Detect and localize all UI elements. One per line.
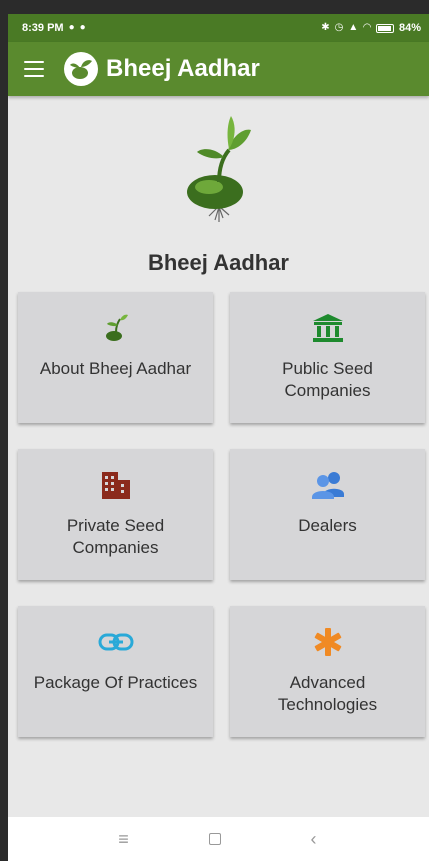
alarm-icon: ◷ — [334, 22, 344, 33]
card-label: Public Seed Companies — [282, 359, 373, 400]
menu-grid: About Bheej Aadhar Public Seed Companies — [18, 292, 426, 737]
card-label: Dealers — [298, 516, 357, 535]
private-seed-companies-card[interactable]: Private Seed Companies — [18, 449, 213, 580]
advanced-technologies-card[interactable]: Advanced Technologies — [230, 606, 425, 737]
home-nav-icon[interactable] — [208, 833, 229, 845]
signal-icon: ▲ — [348, 22, 359, 33]
app-title: Bheej Aadhar — [106, 55, 260, 82]
hamburger-menu-icon[interactable] — [24, 61, 44, 77]
menu-nav-icon[interactable]: ≡ — [114, 829, 134, 850]
asterisk-icon — [312, 626, 344, 658]
status-bar: 8:39 PM ● ● ✱ ◷ ▲ ◠ 84% — [8, 14, 429, 42]
card-label: About Bheej Aadhar — [39, 359, 192, 378]
back-nav-icon[interactable]: ‹ — [304, 829, 324, 850]
public-seed-companies-card[interactable]: Public Seed Companies — [230, 292, 425, 423]
app-bar: Bheej Aadhar — [8, 42, 429, 96]
people-icon — [310, 469, 346, 501]
notification-icon: ● — [68, 22, 75, 33]
sprout-icon — [103, 312, 129, 344]
card-label: Private Seed Companies — [66, 516, 165, 557]
battery-icon — [375, 23, 394, 33]
bank-icon — [311, 312, 345, 344]
main-content: Bheej Aadhar About Bheej Aadhar Public S… — [8, 96, 429, 817]
notification-icon: ● — [79, 22, 86, 33]
system-navigation-bar: ≡ ‹ — [8, 817, 429, 861]
building-icon — [100, 469, 132, 501]
page-title: Bheej Aadhar — [147, 250, 289, 275]
status-time: 8:39 PM — [22, 22, 64, 34]
app-logo-icon — [64, 52, 98, 86]
wifi-icon: ◠ — [363, 22, 371, 33]
card-label: Advanced Technologies — [277, 673, 378, 714]
about-card[interactable]: About Bheej Aadhar — [18, 292, 213, 423]
link-icon — [98, 626, 134, 658]
hero-plant-icon — [8, 112, 429, 222]
battery-percent: 84% — [398, 22, 421, 34]
bluetooth-icon: ✱ — [321, 22, 330, 33]
package-of-practices-card[interactable]: Package Of Practices — [18, 606, 213, 737]
dealers-card[interactable]: Dealers — [230, 449, 425, 580]
phone-screen: 8:39 PM ● ● ✱ ◷ ▲ ◠ 84% Bheej Aadhar Bhe… — [8, 14, 429, 861]
card-label: Package Of Practices — [33, 673, 198, 692]
